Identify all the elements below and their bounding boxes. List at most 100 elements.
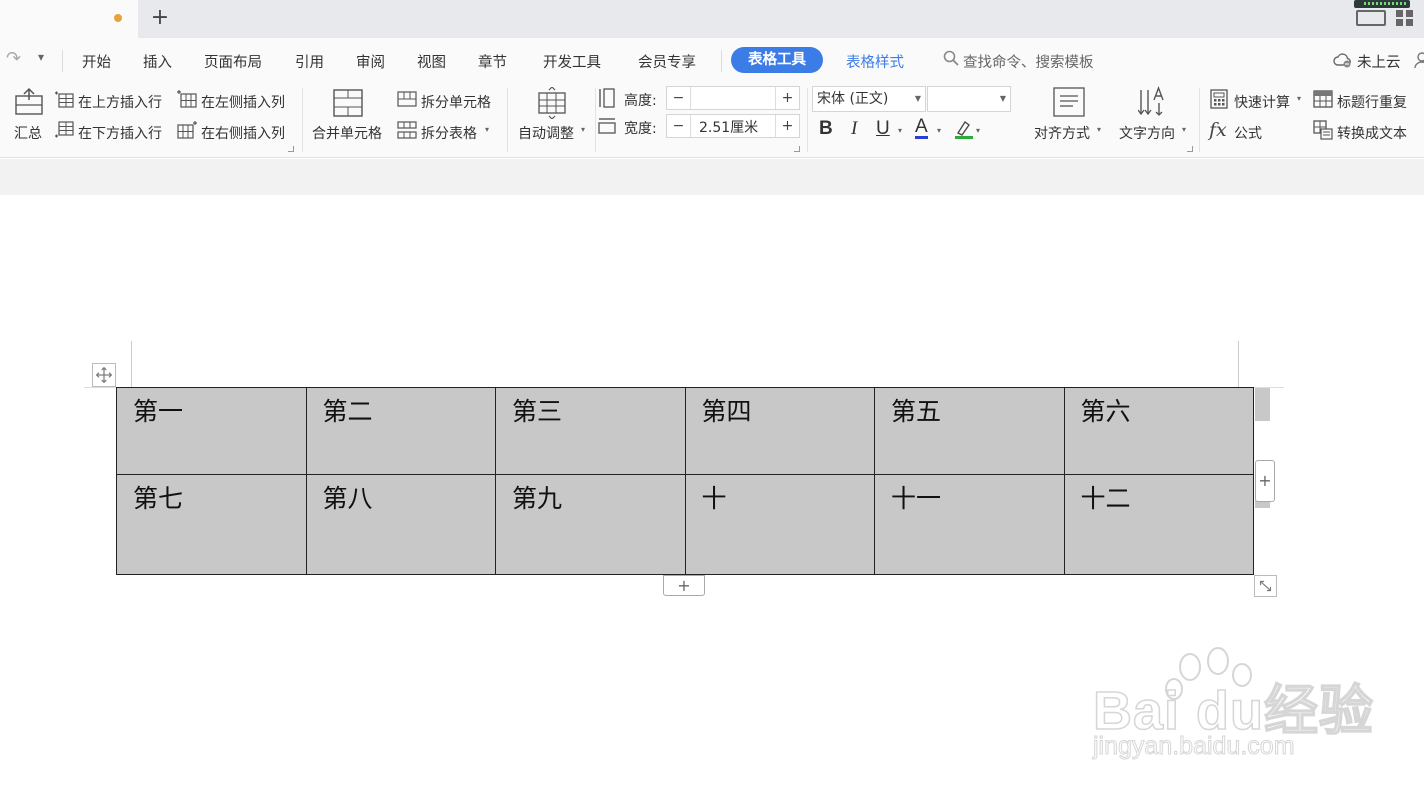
search-icon[interactable] <box>943 50 959 66</box>
align-button[interactable]: 对齐方式 <box>1034 123 1090 143</box>
table-move-handle-icon[interactable] <box>92 363 116 387</box>
convert-to-text-button[interactable]: 转换成文本 <box>1337 123 1407 143</box>
underline-dropdown-icon[interactable]: ▾ <box>898 126 902 135</box>
single-window-icon[interactable] <box>1356 10 1386 26</box>
divider <box>62 50 63 72</box>
auto-fit-button[interactable]: 自动调整 <box>518 123 574 143</box>
bold-button[interactable]: B <box>819 118 833 140</box>
auto-fit-dropdown-icon[interactable]: ▾ <box>581 125 585 134</box>
divider <box>302 88 303 152</box>
table-cell[interactable]: 第五 <box>874 387 1065 475</box>
document-tab[interactable] <box>0 0 138 38</box>
height-stepper[interactable]: − + <box>666 86 800 110</box>
split-table-button[interactable]: 拆分表格 <box>421 123 477 143</box>
menu-member[interactable]: 会员专享 <box>638 51 696 72</box>
quick-calc-dropdown-icon[interactable]: ▾ <box>1297 94 1301 103</box>
formula-button[interactable]: 公式 <box>1234 123 1262 143</box>
table-cell[interactable]: 第三 <box>495 387 686 475</box>
page-margin-marker <box>131 341 132 387</box>
add-row-button[interactable]: + <box>663 575 705 596</box>
divider <box>721 50 722 72</box>
table-cell[interactable]: 十二 <box>1063 474 1254 575</box>
font-size-select[interactable]: ▼ <box>927 86 1011 112</box>
table-cell[interactable]: 第八 <box>305 474 496 575</box>
font-color-dropdown-icon[interactable]: ▾ <box>937 126 941 135</box>
split-cells-button[interactable]: 拆分单元格 <box>421 92 491 112</box>
user-icon[interactable] <box>1414 51 1424 69</box>
table-cell[interactable]: 第二 <box>305 387 496 475</box>
new-tab-button[interactable]: + <box>149 6 171 30</box>
table-cell[interactable]: 十一 <box>874 474 1065 575</box>
menu-view[interactable]: 视图 <box>417 51 446 72</box>
underline-button[interactable]: U <box>876 118 890 140</box>
chevron-down-icon: ▼ <box>999 94 1006 103</box>
merge-cells-icon <box>333 89 363 117</box>
summary-button[interactable]: 汇总 <box>14 123 42 143</box>
table-row: 第一 第二 第三 第四 第五 第六 <box>116 387 1254 475</box>
menu-developer-tools[interactable]: 开发工具 <box>543 51 601 72</box>
document-table[interactable]: 第一 第二 第三 第四 第五 第六 第七 第八 第九 十 十一 十二 <box>116 387 1254 575</box>
width-value[interactable]: 2.51厘米 <box>699 117 758 137</box>
table-cell[interactable]: 第六 <box>1063 387 1254 475</box>
header-repeat-button[interactable]: 标题行重复 <box>1337 92 1407 112</box>
window-layout-controls <box>1350 0 1424 30</box>
highlight-dropdown-icon[interactable]: ▾ <box>976 126 980 135</box>
insert-column-right-button[interactable]: 在右侧插入列 <box>201 123 285 143</box>
split-table-dropdown-icon[interactable]: ▾ <box>485 125 489 134</box>
redo-icon[interactable]: ↷ <box>6 48 21 69</box>
group-launcher-icon[interactable] <box>1187 146 1193 152</box>
summary-icon[interactable] <box>14 86 44 116</box>
table-cell[interactable]: 第七 <box>116 474 307 575</box>
tab-bar: + <box>0 0 1424 38</box>
split-cells-icon <box>397 91 417 107</box>
page-margin-marker <box>1238 341 1239 387</box>
watermark-url: jingyan.baidu.com <box>1093 732 1296 761</box>
table-resize-icon[interactable] <box>1254 575 1277 597</box>
quick-access-dropdown-icon[interactable]: ▾ <box>38 50 44 64</box>
command-search[interactable]: 查找命令、搜索模板 <box>963 51 1094 72</box>
width-stepper[interactable]: − 2.51厘米 + <box>666 114 800 138</box>
insert-row-above-button[interactable]: 在上方插入行 <box>78 92 162 112</box>
font-color-button[interactable]: A <box>915 117 928 139</box>
italic-button[interactable]: I <box>851 118 857 140</box>
width-label: 宽度: <box>624 121 657 137</box>
tab-table-tools[interactable]: 表格工具 <box>731 47 823 73</box>
header-repeat-icon <box>1313 90 1333 108</box>
align-dropdown-icon[interactable]: ▾ <box>1097 125 1101 134</box>
insert-row-below-icon <box>55 121 74 138</box>
highlight-icon[interactable] <box>954 119 974 139</box>
menu-review[interactable]: 审阅 <box>356 51 385 72</box>
quick-calc-button[interactable]: 快速计算 <box>1234 92 1290 112</box>
divider <box>595 88 596 152</box>
table-cell[interactable]: 第九 <box>495 474 686 575</box>
text-direction-dropdown-icon[interactable]: ▾ <box>1182 125 1186 134</box>
menu-page-layout[interactable]: 页面布局 <box>204 51 262 72</box>
height-increase-button[interactable]: + <box>775 87 799 109</box>
insert-column-left-button[interactable]: 在左侧插入列 <box>201 92 285 112</box>
column-width-icon <box>598 118 616 134</box>
align-icon <box>1053 87 1085 117</box>
width-increase-button[interactable]: + <box>775 115 799 137</box>
merge-cells-button[interactable]: 合并单元格 <box>312 123 382 143</box>
menu-sections[interactable]: 章节 <box>478 51 507 72</box>
table-cell[interactable]: 十 <box>684 474 875 575</box>
insert-column-left-icon <box>177 90 197 108</box>
add-column-button[interactable]: + <box>1255 460 1275 502</box>
width-decrease-button[interactable]: − <box>667 115 691 137</box>
group-launcher-icon[interactable] <box>288 146 294 152</box>
menu-start[interactable]: 开始 <box>82 51 111 72</box>
font-name-select[interactable]: 宋体 (正文) ▼ <box>812 86 926 112</box>
height-decrease-button[interactable]: − <box>667 87 691 109</box>
cloud-icon[interactable] <box>1333 51 1353 69</box>
text-direction-icon <box>1138 86 1164 116</box>
menu-insert[interactable]: 插入 <box>143 51 172 72</box>
cloud-status[interactable]: 未上云 <box>1357 51 1401 72</box>
grid-view-icon[interactable] <box>1396 10 1414 26</box>
table-cell[interactable]: 第一 <box>116 387 307 475</box>
text-direction-button[interactable]: 文字方向 <box>1119 123 1175 143</box>
group-launcher-icon[interactable] <box>794 146 800 152</box>
insert-row-below-button[interactable]: 在下方插入行 <box>78 123 162 143</box>
menu-references[interactable]: 引用 <box>295 51 324 72</box>
tab-table-style[interactable]: 表格样式 <box>846 51 904 72</box>
table-cell[interactable]: 第四 <box>684 387 875 475</box>
